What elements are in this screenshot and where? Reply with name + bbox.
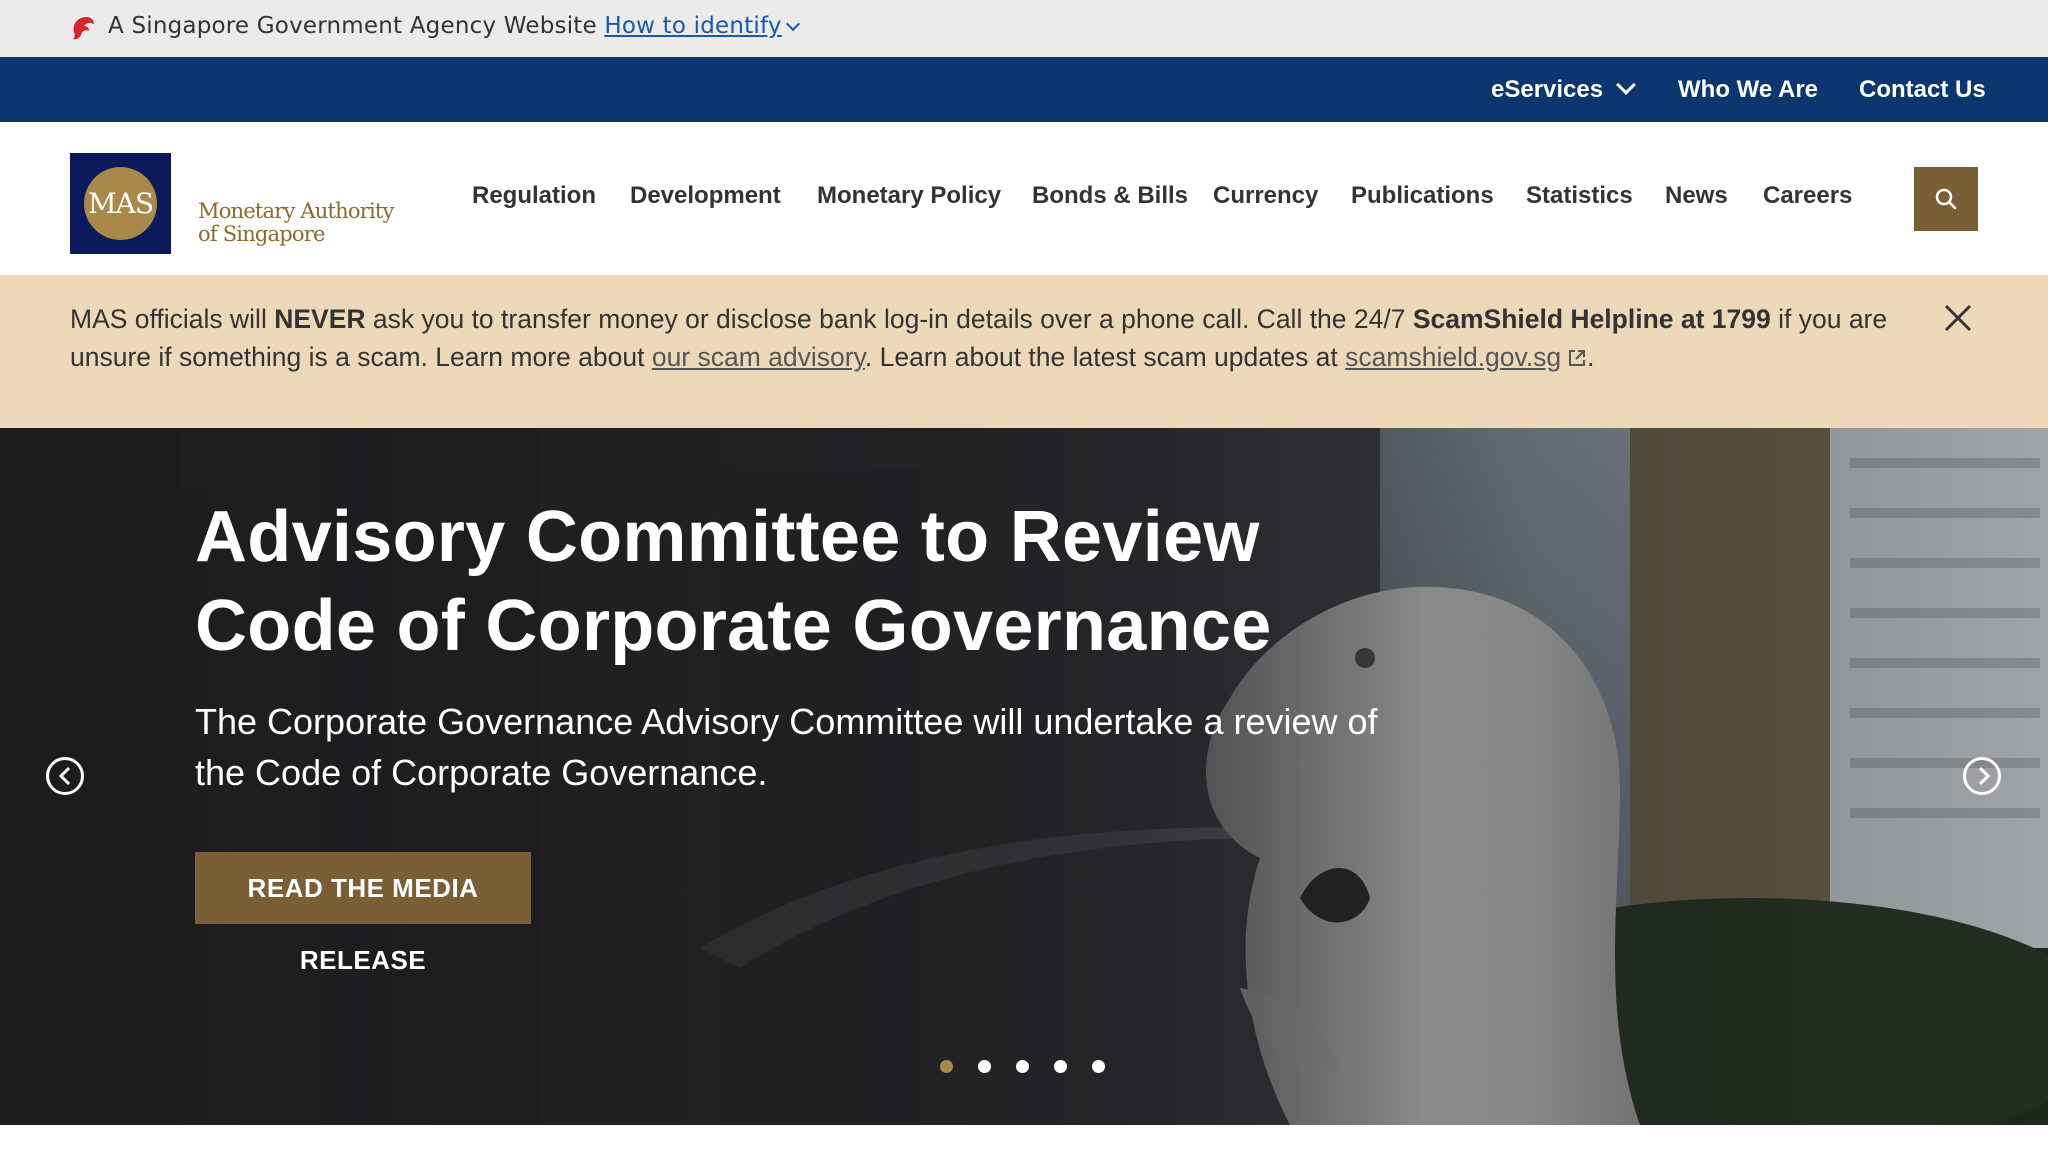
- close-icon[interactable]: [1942, 302, 1974, 334]
- chevron-down-icon: [785, 16, 800, 32]
- nav-development[interactable]: Development: [630, 182, 781, 210]
- hero-subtitle: The Corporate Governance Advisory Commit…: [195, 701, 1378, 793]
- how-to-identify-link[interactable]: How to identify: [604, 13, 800, 39]
- chevron-down-icon: [1616, 75, 1637, 95]
- read-media-release-button[interactable]: READ THE MEDIA RELEASE: [195, 852, 531, 975]
- mas-logo[interactable]: MAS Monetary Authority of Singapore: [70, 153, 394, 254]
- alert-part-2: ask you to transfer money or disclose ba…: [365, 304, 1413, 334]
- logo-wordmark: Monetary Authority of Singapore: [198, 200, 394, 254]
- scam-alert-text: MAS officials will NEVER ask you to tran…: [70, 300, 1900, 376]
- utility-nav-bar: eServices Who We Are Contact Us: [0, 57, 2048, 122]
- alert-part-5: .: [1587, 342, 1595, 372]
- search-button[interactable]: [1914, 167, 1978, 231]
- gov-masthead: A Singapore Government Agency Website Ho…: [0, 0, 2048, 57]
- carousel-dots: [940, 1060, 1130, 1073]
- contact-us-link[interactable]: Contact Us: [1859, 57, 1986, 122]
- hero-carousel: Advisory Committee to Review Code of Cor…: [0, 428, 2048, 1125]
- main-header: MAS Monetary Authority of Singapore Regu…: [0, 122, 2048, 275]
- alert-helpline: ScamShield Helpline at 1799: [1412, 304, 1771, 334]
- carousel-dot-1[interactable]: [940, 1060, 953, 1073]
- eservices-dropdown[interactable]: eServices: [1491, 57, 1637, 122]
- carousel-dot-3[interactable]: [1016, 1060, 1029, 1073]
- alert-part-4: . Learn about the latest scam updates at: [864, 342, 1346, 372]
- nav-currency[interactable]: Currency: [1213, 182, 1318, 210]
- how-to-identify-label: How to identify: [604, 13, 782, 39]
- chevron-right-icon: [1978, 766, 1991, 786]
- search-icon: [1935, 188, 1957, 210]
- chevron-left-icon: [58, 766, 71, 786]
- logo-line-2: of Singapore: [198, 222, 325, 246]
- eservices-label: eServices: [1491, 76, 1604, 103]
- nav-publications[interactable]: Publications: [1351, 182, 1494, 210]
- nav-regulation[interactable]: Regulation: [472, 182, 596, 210]
- nav-news[interactable]: News: [1665, 182, 1728, 210]
- nav-careers[interactable]: Careers: [1763, 182, 1852, 210]
- nav-statistics[interactable]: Statistics: [1526, 182, 1633, 210]
- carousel-next-button[interactable]: [1963, 757, 2001, 795]
- logo-circle: MAS: [84, 167, 157, 240]
- carousel-prev-button[interactable]: [46, 757, 84, 795]
- singapore-lion-icon: [73, 17, 94, 40]
- scamshield-link-label: scamshield.gov.sg: [1345, 342, 1562, 372]
- scamshield-link[interactable]: scamshield.gov.sg: [1345, 342, 1587, 372]
- alert-part-1: MAS officials will: [70, 304, 275, 334]
- logo-line-1: Monetary Authority: [198, 199, 394, 223]
- nav-bonds-bills[interactable]: Bonds & Bills: [1032, 182, 1188, 210]
- scam-advisory-link[interactable]: our scam advisory: [652, 342, 865, 372]
- masthead-label: A Singapore Government Agency Website: [108, 13, 597, 39]
- carousel-dot-5[interactable]: [1092, 1060, 1105, 1073]
- carousel-dot-2[interactable]: [978, 1060, 991, 1073]
- logo-emblem: MAS: [70, 153, 171, 254]
- alert-never: NEVER: [274, 304, 366, 334]
- nav-monetary-policy[interactable]: Monetary Policy: [817, 182, 1001, 210]
- scam-alert-banner: MAS officials will NEVER ask you to tran…: [0, 275, 2048, 428]
- carousel-dot-4[interactable]: [1054, 1060, 1067, 1073]
- hero-title: Advisory Committee to Review Code of Cor…: [195, 497, 1272, 666]
- masthead-text: A Singapore Government Agency Website Ho…: [108, 13, 800, 39]
- who-we-are-link[interactable]: Who We Are: [1678, 57, 1818, 122]
- external-link-icon: [1569, 350, 1586, 366]
